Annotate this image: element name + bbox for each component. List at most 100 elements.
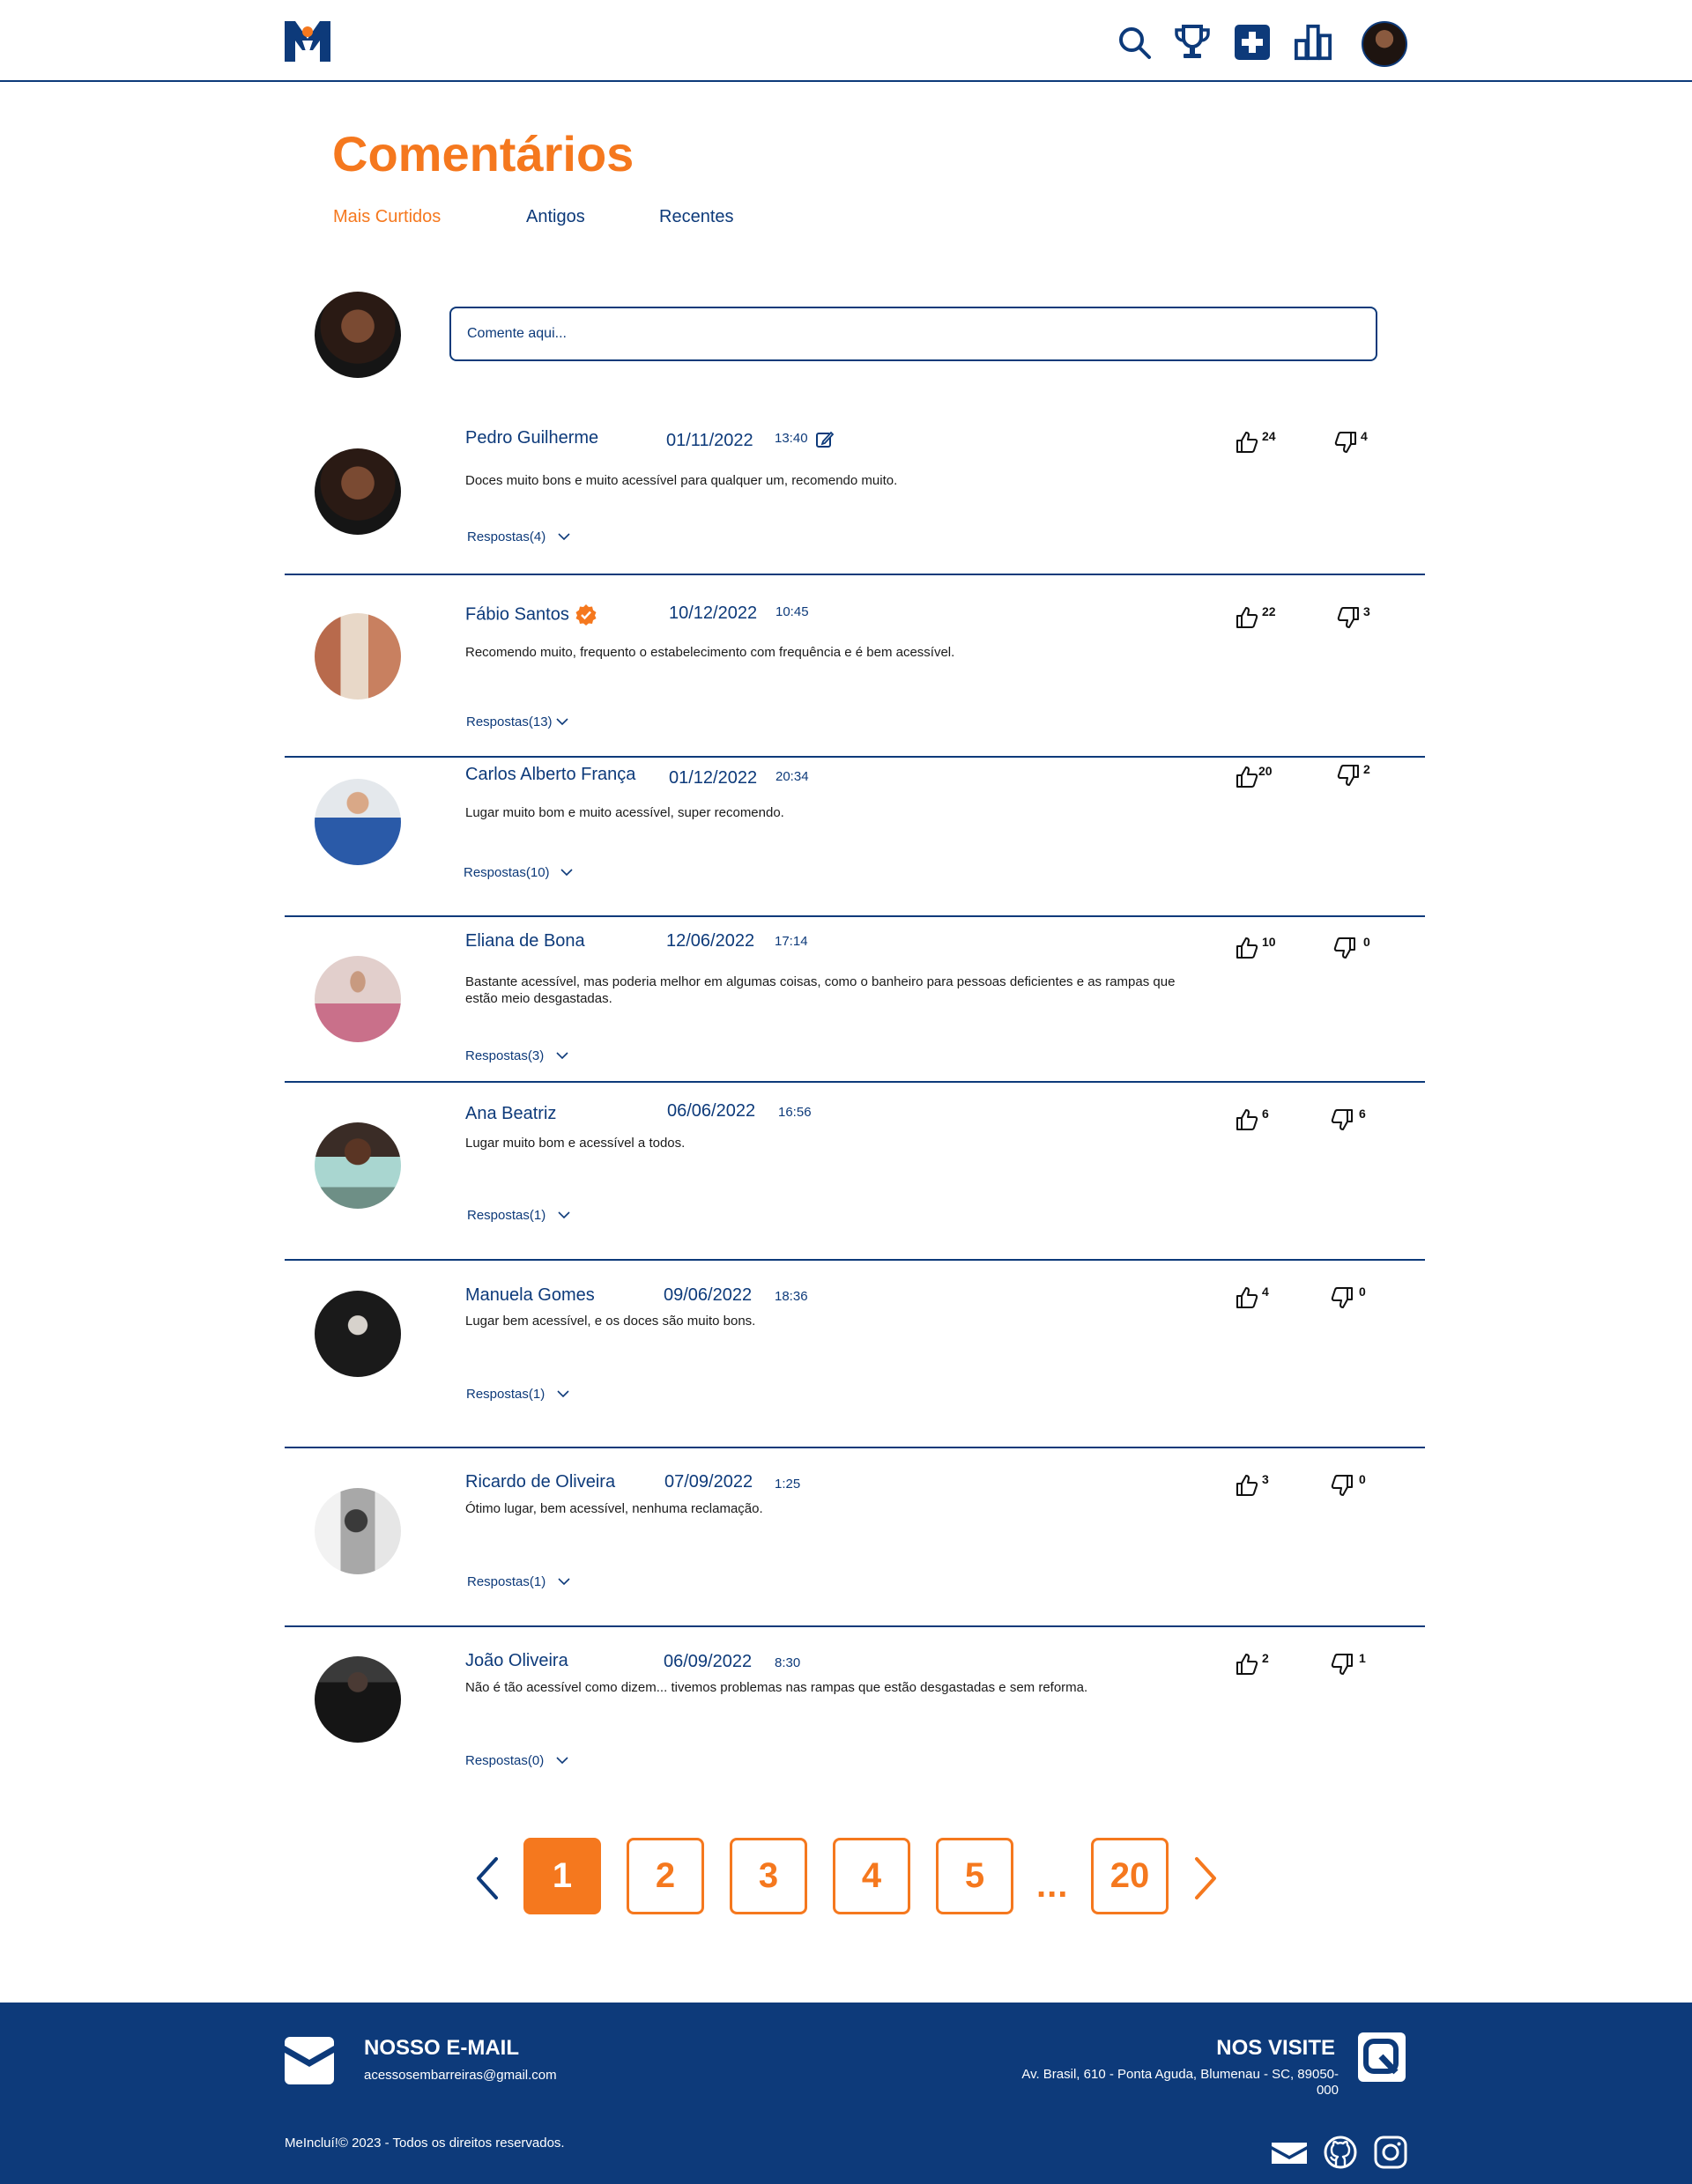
logo[interactable]: [285, 21, 330, 62]
thumbs-down-icon: [1337, 765, 1359, 786]
github-icon[interactable]: [1323, 2135, 1358, 2170]
commenter-avatar: [315, 1291, 401, 1377]
like-count: 22: [1262, 604, 1276, 618]
dislike-button[interactable]: 3: [1337, 604, 1370, 629]
trophy-icon[interactable]: [1173, 23, 1212, 62]
commenter-name[interactable]: Pedro Guilherme: [465, 428, 598, 448]
thumbs-down-icon: [1331, 1287, 1353, 1308]
thumbs-up-icon: [1236, 432, 1258, 453]
like-button[interactable]: 2: [1236, 1651, 1269, 1676]
like-button[interactable]: 10: [1236, 935, 1276, 959]
comment-date: 12/06/2022: [666, 931, 755, 951]
comment-date: 06/09/2022: [664, 1652, 753, 1671]
previous-page-icon[interactable]: [468, 1855, 507, 1901]
mail-icon: [285, 2037, 334, 2084]
comment-divider: [285, 1081, 1425, 1083]
tab-recentes[interactable]: Recentes: [659, 207, 734, 227]
replies-label: Respostas(1): [467, 1208, 546, 1223]
chevron-down-icon: [556, 1052, 568, 1060]
comment-time: 1:25: [775, 1477, 801, 1492]
replies-label: Respostas(3): [465, 1048, 545, 1063]
replies-toggle[interactable]: Respostas(3): [465, 1048, 568, 1063]
replies-toggle[interactable]: Respostas(13): [466, 714, 568, 729]
replies-toggle[interactable]: Respostas(1): [467, 1574, 570, 1589]
dislike-button[interactable]: 0: [1331, 1284, 1366, 1309]
like-button[interactable]: 4: [1236, 1284, 1269, 1309]
like-button[interactable]: 3: [1236, 1472, 1269, 1497]
dislike-button[interactable]: 6: [1331, 1107, 1366, 1131]
like-button[interactable]: 6: [1236, 1107, 1269, 1131]
comment-text: Lugar bem acessível, e os doces são muit…: [465, 1314, 756, 1329]
dislike-button[interactable]: 1: [1331, 1651, 1366, 1676]
thumbs-down-icon: [1334, 432, 1356, 453]
email-address[interactable]: acessosembarreiras@gmail.com: [364, 2068, 557, 2083]
dislike-count: 1: [1359, 1651, 1366, 1665]
page-button-5[interactable]: 5: [936, 1838, 1013, 1914]
search-icon[interactable]: [1115, 23, 1154, 62]
plus-square-icon[interactable]: [1233, 23, 1272, 62]
edit-icon[interactable]: [815, 430, 835, 449]
comment-input[interactable]: [449, 307, 1377, 361]
chevron-down-icon: [555, 718, 568, 726]
bar-chart-icon[interactable]: [1294, 23, 1332, 62]
replies-label: Respostas(1): [466, 1387, 545, 1402]
like-button[interactable]: 22: [1236, 604, 1276, 629]
like-count: 6: [1262, 1107, 1269, 1121]
dislike-button[interactable]: 0: [1333, 935, 1370, 959]
instagram-icon[interactable]: [1373, 2135, 1408, 2170]
dislike-count: 0: [1359, 1284, 1366, 1299]
commenter-name[interactable]: Ana Beatriz: [465, 1104, 556, 1124]
mail-icon[interactable]: [1272, 2135, 1307, 2170]
commenter-name[interactable]: João Oliveira: [465, 1651, 568, 1671]
comment-divider: [285, 1625, 1425, 1627]
replies-toggle[interactable]: Respostas(1): [467, 1208, 570, 1223]
commenter-name[interactable]: Manuela Gomes: [465, 1285, 595, 1306]
thumbs-up-icon: [1236, 1654, 1258, 1675]
comment-date: 06/06/2022: [667, 1101, 756, 1121]
page-button-last[interactable]: 20: [1091, 1838, 1169, 1914]
replies-toggle[interactable]: Respostas(1): [466, 1387, 569, 1402]
dislike-count: 0: [1363, 935, 1370, 949]
tab-mais-curtidos[interactable]: Mais Curtidos: [333, 207, 441, 227]
commenter-name[interactable]: Eliana de Bona: [465, 931, 585, 951]
commenter-avatar: [315, 1656, 401, 1743]
chevron-down-icon: [558, 1578, 570, 1586]
map-location-icon[interactable]: [1357, 2032, 1406, 2083]
next-page-icon[interactable]: [1186, 1855, 1225, 1901]
thumbs-up-icon: [1236, 607, 1258, 628]
thumbs-up-icon: [1236, 1475, 1258, 1496]
commenter-name[interactable]: Ricardo de Oliveira: [465, 1472, 615, 1492]
commenter-name[interactable]: Carlos Alberto França: [465, 765, 635, 785]
page-button-3[interactable]: 3: [730, 1838, 807, 1914]
footer: NOSSO E-MAIL acessosembarreiras@gmail.co…: [0, 2003, 1692, 2184]
page-button-1[interactable]: 1: [523, 1838, 601, 1914]
replies-toggle[interactable]: Respostas(10): [464, 865, 573, 880]
dislike-count: 0: [1359, 1472, 1366, 1486]
tab-antigos[interactable]: Antigos: [526, 207, 585, 227]
comment-text: Recomendo muito, frequento o estabelecim…: [465, 645, 955, 660]
commenter-avatar: [315, 613, 401, 700]
page-button-4[interactable]: 4: [833, 1838, 910, 1914]
like-count: 4: [1262, 1284, 1269, 1299]
dislike-button[interactable]: 4: [1334, 429, 1368, 454]
replies-toggle[interactable]: Respostas(0): [465, 1753, 568, 1768]
comment-time: 17:14: [775, 934, 808, 949]
commenter-avatar: [315, 779, 401, 865]
replies-toggle[interactable]: Respostas(4): [467, 529, 570, 544]
like-button[interactable]: 20: [1236, 764, 1273, 788]
comment-divider: [285, 574, 1425, 575]
comment-divider: [285, 756, 1425, 758]
user-avatar[interactable]: [1362, 21, 1407, 67]
email-title: NOSSO E-MAIL: [364, 2036, 520, 2060]
replies-label: Respostas(10): [464, 865, 550, 880]
top-navbar: [0, 0, 1692, 82]
comment-date: 01/12/2022: [669, 768, 758, 788]
dislike-button[interactable]: 2: [1337, 762, 1370, 787]
comment-time: 10:45: [776, 604, 809, 619]
like-button[interactable]: 24: [1236, 429, 1276, 454]
comment-date: 01/11/2022: [666, 431, 753, 450]
replies-label: Respostas(13): [466, 714, 553, 729]
commenter-name[interactable]: Fábio Santos: [465, 603, 597, 626]
page-button-2[interactable]: 2: [627, 1838, 704, 1914]
dislike-button[interactable]: 0: [1331, 1472, 1366, 1497]
